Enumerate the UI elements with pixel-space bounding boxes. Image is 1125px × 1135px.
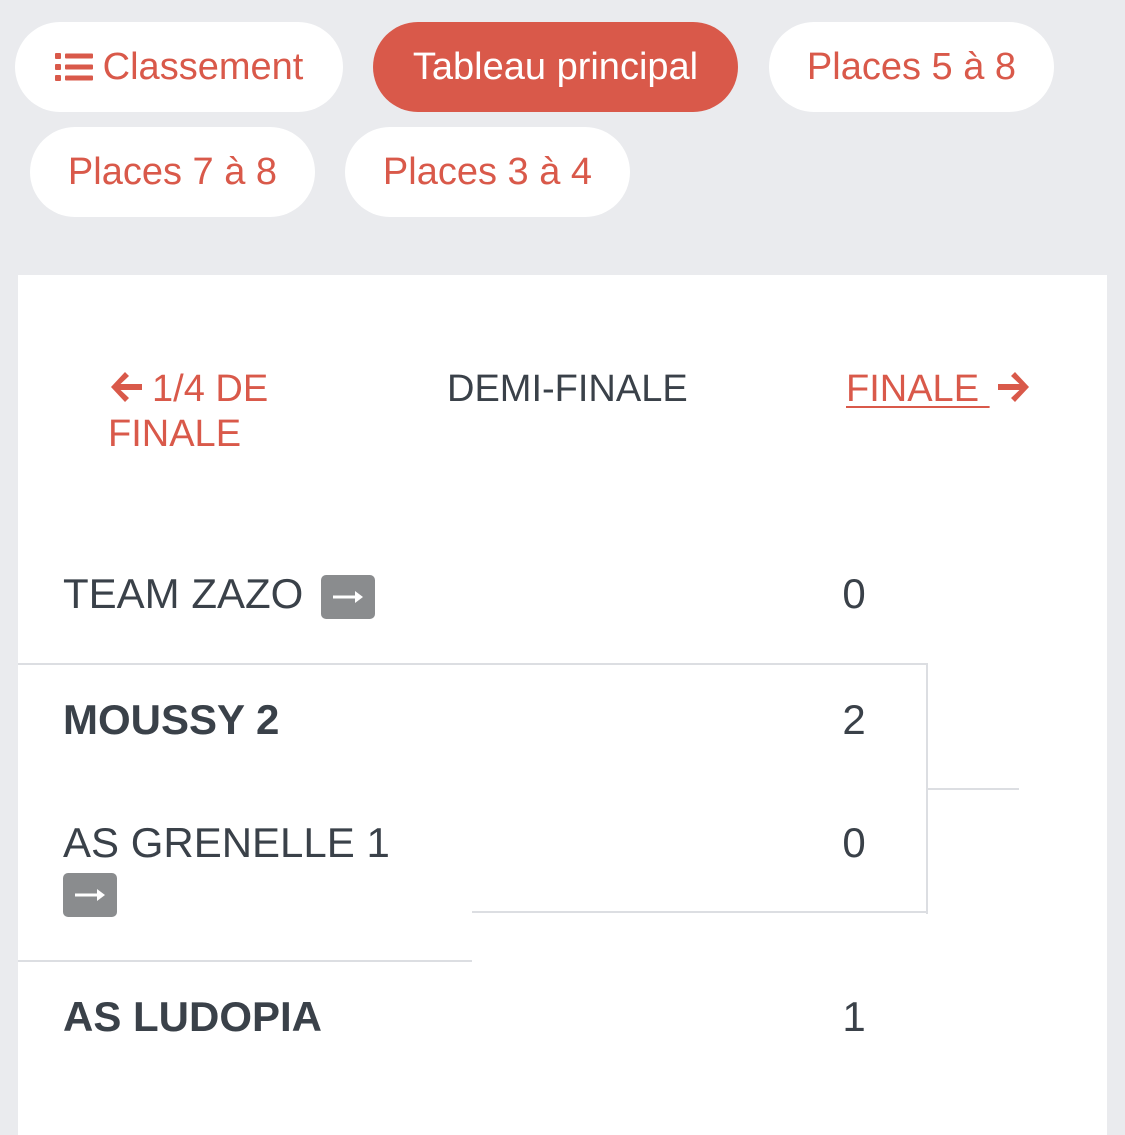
tab-places-7-8-label: Places 7 à 8	[67, 150, 278, 193]
match1-team2-score: 2	[842, 696, 866, 743]
match1-team1-score: 0	[842, 570, 866, 617]
tab-places-3-4-label: Places 3 à 4	[382, 150, 593, 193]
next-round-link[interactable]: FINALE	[846, 368, 1032, 413]
arrow-left-icon	[108, 370, 144, 413]
divider	[18, 960, 472, 962]
tab-classement-label: Classement	[102, 45, 304, 88]
match1-team1: TEAM ZAZO	[63, 570, 376, 619]
tab-classement[interactable]: Classement	[15, 22, 343, 112]
tab-places-3-4[interactable]: Places 3 à 4	[345, 127, 630, 217]
arrow-right-icon	[996, 370, 1032, 413]
match2-team2-score: 1	[842, 993, 866, 1040]
bracket-connector	[928, 788, 1019, 790]
previous-round-link[interactable]: 1/4 DE FINALE	[108, 368, 328, 455]
match1-team2: MOUSSY 2	[63, 696, 280, 743]
list-icon	[54, 52, 95, 82]
match1-team1-name: TEAM ZAZO	[63, 570, 304, 617]
match2-team1-score: 0	[842, 819, 866, 866]
next-round-label: FINALE	[846, 368, 990, 410]
match2-team2: AS LUDOPIA	[63, 993, 323, 1040]
divider	[18, 663, 928, 665]
match2-team1: AS GRENELLE 1	[63, 819, 390, 866]
tab-places-5-8[interactable]: Places 5 à 8	[769, 22, 1054, 112]
current-round-title: DEMI-FINALE	[447, 368, 688, 410]
arrow-right-badge-icon[interactable]	[63, 873, 117, 917]
tab-tableau-principal[interactable]: Tableau principal	[373, 22, 738, 112]
arrow-right-badge-icon[interactable]	[321, 574, 376, 619]
tab-places-7-8[interactable]: Places 7 à 8	[30, 127, 315, 217]
tab-tableau-principal-label: Tableau principal	[412, 45, 699, 88]
divider	[472, 911, 928, 913]
page-edge	[1107, 0, 1125, 1125]
tab-places-5-8-label: Places 5 à 8	[806, 45, 1017, 88]
